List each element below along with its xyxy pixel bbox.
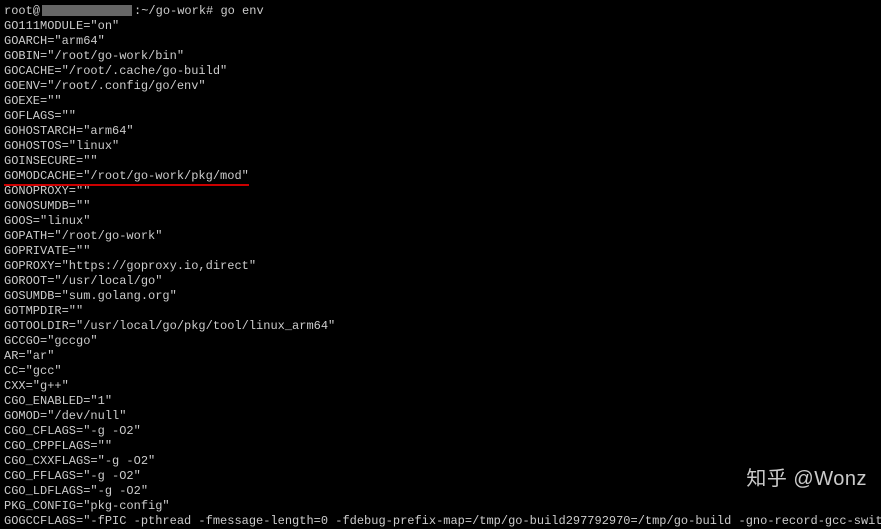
env-line: GOSUMDB="sum.golang.org" — [4, 289, 881, 304]
env-line: CGO_CPPFLAGS="" — [4, 439, 881, 454]
env-line: GOBIN="/root/go-work/bin" — [4, 49, 881, 64]
env-line: GOENV="/root/.config/go/env" — [4, 79, 881, 94]
env-variable-list: GO111MODULE="on"GOARCH="arm64"GOBIN="/ro… — [4, 19, 881, 529]
env-line: CGO_CFLAGS="-g -O2" — [4, 424, 881, 439]
env-line: GOOS="linux" — [4, 214, 881, 229]
env-line: GOTOOLDIR="/usr/local/go/pkg/tool/linux_… — [4, 319, 881, 334]
prompt-path: :~/go-work# — [134, 4, 213, 18]
env-line: CXX="g++" — [4, 379, 881, 394]
env-line: GOPRIVATE="" — [4, 244, 881, 259]
env-line: PKG_CONFIG="pkg-config" — [4, 499, 881, 514]
env-line: GOCACHE="/root/.cache/go-build" — [4, 64, 881, 79]
env-line: GOMOD="/dev/null" — [4, 409, 881, 424]
env-line: GCCGO="gccgo" — [4, 334, 881, 349]
env-line: GONOPROXY="" — [4, 184, 881, 199]
highlighted-env-var: GOMODCACHE="/root/go-work/pkg/mod" — [4, 169, 249, 184]
env-line: GOGCCFLAGS="-fPIC -pthread -fmessage-len… — [4, 514, 881, 529]
env-line: GONOSUMDB="" — [4, 199, 881, 214]
env-line: GOTMPDIR="" — [4, 304, 881, 319]
terminal-output: root@ :~/go-work# go env GO111MODULE="on"… — [4, 4, 881, 529]
env-line: GOEXE="" — [4, 94, 881, 109]
env-line: GOMODCACHE="/root/go-work/pkg/mod" — [4, 169, 881, 184]
env-line: GOARCH="arm64" — [4, 34, 881, 49]
env-line: CC="gcc" — [4, 364, 881, 379]
env-line: GOPROXY="https://goproxy.io,direct" — [4, 259, 881, 274]
env-line: AR="ar" — [4, 349, 881, 364]
command-prompt-line: root@ :~/go-work# go env — [4, 4, 881, 19]
watermark-text: 知乎 @Wonz — [746, 467, 867, 492]
redacted-hostname — [42, 5, 132, 16]
env-line: GOFLAGS="" — [4, 109, 881, 124]
env-line: GOPATH="/root/go-work" — [4, 229, 881, 244]
env-line: GOROOT="/usr/local/go" — [4, 274, 881, 289]
env-line: CGO_ENABLED="1" — [4, 394, 881, 409]
typed-command[interactable]: go env — [220, 4, 263, 18]
env-line: GO111MODULE="on" — [4, 19, 881, 34]
env-line: GOHOSTOS="linux" — [4, 139, 881, 154]
prompt-user: root@ — [4, 4, 40, 18]
env-line: GOHOSTARCH="arm64" — [4, 124, 881, 139]
env-line: GOINSECURE="" — [4, 154, 881, 169]
